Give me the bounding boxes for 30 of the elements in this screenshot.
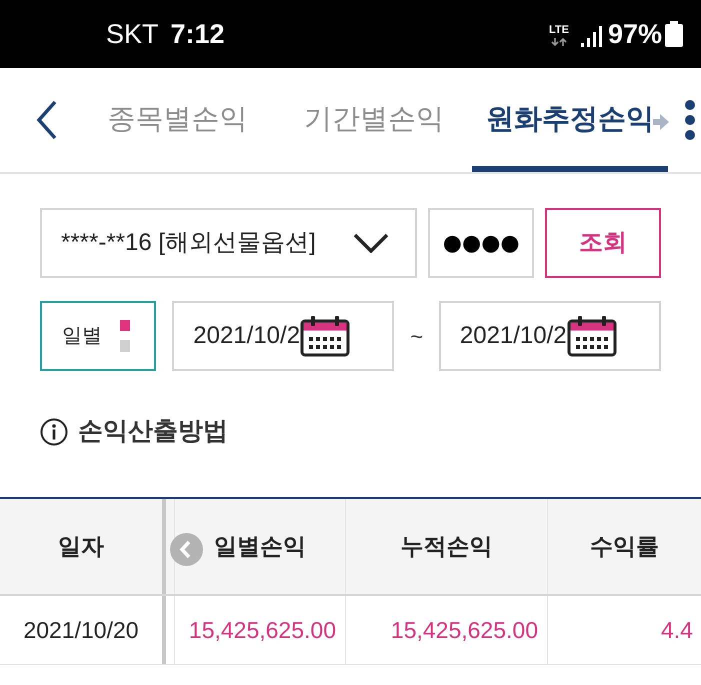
end-date-field[interactable]: 2021/10/2 <box>438 301 662 371</box>
start-date-field[interactable]: 2021/10/2 <box>172 301 394 371</box>
column-header: 일자 <box>0 499 166 594</box>
table-cell: 4.4 <box>547 596 701 664</box>
table-cell: 15,425,625.00 <box>345 596 547 664</box>
carrier-label: SKT <box>106 20 159 48</box>
chevron-down-icon <box>353 233 390 253</box>
info-icon <box>40 418 68 446</box>
range-separator: ~ <box>410 322 424 350</box>
kebab-menu-icon <box>684 99 696 141</box>
clock-time: 7:12 <box>170 20 225 48</box>
network-type-label: LTE <box>548 25 569 36</box>
calendar-icon[interactable] <box>566 315 617 357</box>
info-link[interactable]: 손익산출방법 <box>40 418 228 446</box>
calendar-icon[interactable] <box>300 315 350 357</box>
password-field[interactable]: ●●●● <box>428 208 534 278</box>
account-select[interactable]: ****-**16 [해외선물옵션] <box>40 208 418 278</box>
column-header: 누적손익 <box>345 499 547 594</box>
data-arrows-icon <box>550 37 568 47</box>
back-chevron-icon <box>36 100 58 140</box>
stepper-indicator-icon <box>120 320 130 352</box>
search-button[interactable]: 조회 <box>544 208 661 278</box>
period-picker[interactable]: 일별 <box>40 301 156 371</box>
battery-percent: 97% <box>608 20 662 48</box>
column-header: 수익률 <box>547 499 701 594</box>
table-cell: 15,425,625.00 <box>174 596 345 664</box>
table-cell: 2021/10/20 <box>0 596 166 664</box>
battery-icon <box>665 21 683 47</box>
tab[interactable]: 원화추정손익 <box>472 68 668 172</box>
signal-icon <box>580 25 603 47</box>
